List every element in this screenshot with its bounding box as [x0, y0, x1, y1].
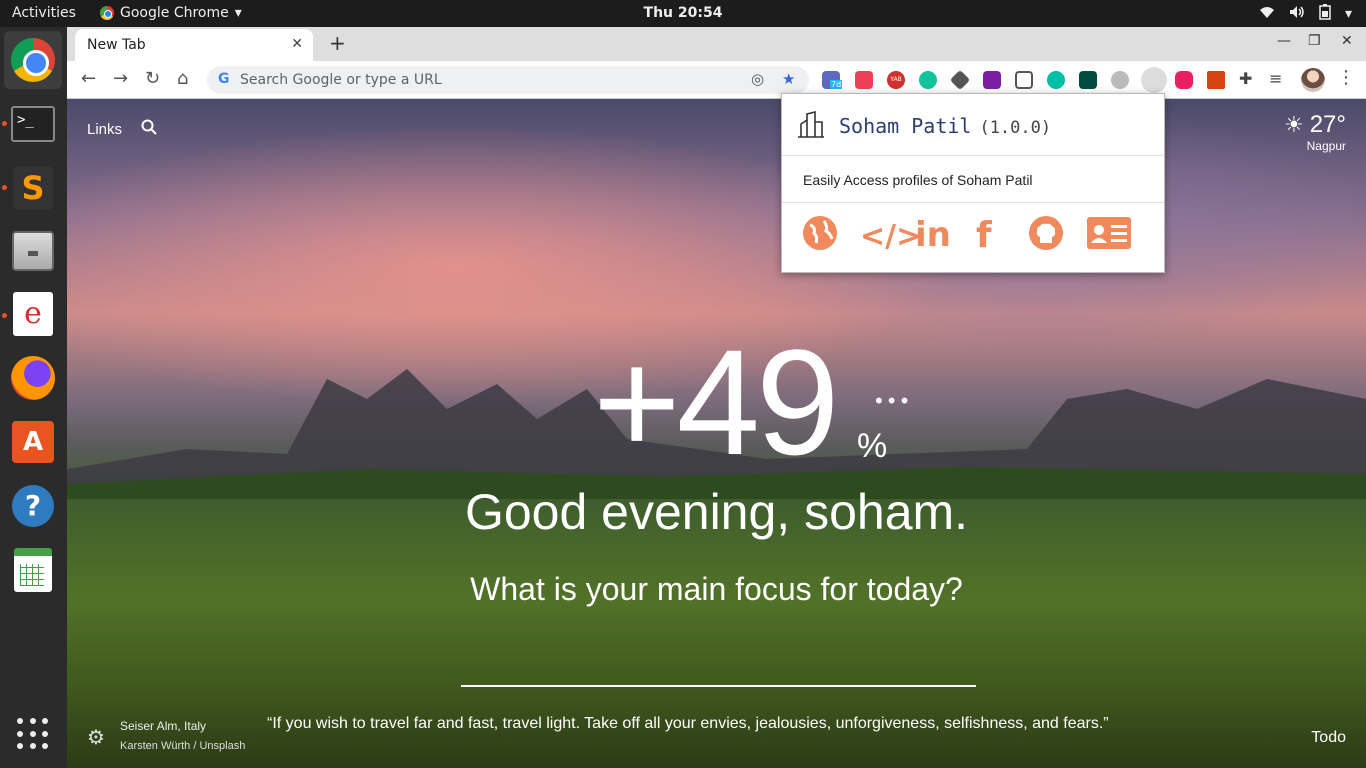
focus-input[interactable] [461, 685, 976, 687]
onenote-icon[interactable] [983, 71, 1001, 89]
metric-value: +49 [593, 318, 839, 486]
soham-patil-extension-icon[interactable] [1141, 67, 1167, 93]
dock-help[interactable]: ? [4, 477, 62, 535]
pocket-icon[interactable] [1015, 71, 1033, 89]
dock-terminal[interactable]: >_ [4, 95, 62, 153]
close-window-button[interactable]: ✕ [1341, 33, 1353, 49]
tab-new-tab[interactable]: New Tab ✕ [75, 29, 313, 61]
code-icon[interactable]: </> [860, 219, 921, 254]
clock[interactable]: Thu 20:54 [0, 5, 1366, 21]
dock-software[interactable]: A [4, 413, 62, 471]
popup-title: Soham Patil (1.0.0) [839, 114, 1051, 138]
dock-files[interactable] [4, 222, 62, 280]
volume-icon [1289, 5, 1305, 23]
reload-button[interactable]: ↻ [145, 68, 160, 89]
focus-question: What is your main focus for today? [470, 571, 963, 607]
back-button[interactable]: ← [81, 68, 96, 89]
extensions-puzzle-icon[interactable]: ✚ [1239, 69, 1252, 88]
notion-extension-icon[interactable] [1079, 71, 1097, 89]
facebook-icon[interactable]: f [976, 215, 992, 256]
photo-location[interactable]: Seiser Alm, Italy [120, 719, 206, 733]
avatar[interactable] [1301, 68, 1325, 92]
extension-pink-icon[interactable] [1175, 71, 1193, 89]
metric-percent-sign: % [857, 427, 888, 465]
greeting: Good evening, soham. [464, 484, 969, 540]
gnome-top-bar: Activities Google Chrome ▾ Thu 20:54 ▾ [0, 0, 1366, 27]
dock-sublime-text[interactable]: S [4, 159, 62, 217]
minimize-button[interactable]: — [1277, 33, 1291, 49]
new-tab-page: Links ☀ 27° Nagpur +49 ••• % Good evening… [67, 99, 1366, 768]
extension-7d-icon[interactable]: 7d [822, 71, 843, 89]
terminal-icon: >_ [11, 106, 55, 142]
popup-description: Easily Access profiles of Soham Patil [782, 156, 1164, 203]
firefox-icon [11, 356, 55, 400]
search-icon[interactable] [141, 119, 157, 139]
battery-icon [1319, 4, 1331, 24]
globe-icon[interactable] [802, 215, 838, 260]
chevron-down-icon: ▾ [1344, 6, 1352, 22]
todo-button[interactable]: Todo [1311, 729, 1346, 747]
new-tab-button[interactable]: + [329, 31, 346, 55]
dock: >_ S e A ? [0, 27, 67, 768]
github-icon[interactable] [1028, 215, 1064, 260]
extension-popup: Soham Patil (1.0.0) Easily Access profile… [781, 93, 1165, 273]
linkedin-icon[interactable]: in [915, 215, 951, 255]
google-icon: G [218, 71, 230, 87]
files-icon [12, 231, 54, 271]
spreadsheet-icon [14, 548, 52, 592]
dock-chrome[interactable] [4, 31, 62, 89]
sunset-icon: ☀ [1283, 112, 1304, 137]
omnibox[interactable]: G Search Google or type a URL ◎ ★ [207, 66, 809, 94]
home-button[interactable]: ⌂ [177, 68, 188, 89]
tab-strip: New Tab ✕ + — ❐ ✕ [67, 27, 1366, 61]
restore-button[interactable]: ❐ [1308, 33, 1321, 49]
location-icon[interactable]: ◎ [751, 70, 764, 88]
forward-button[interactable]: → [113, 68, 128, 89]
tab-title: New Tab [87, 37, 146, 53]
help-icon: ? [12, 485, 54, 527]
chrome-menu-icon[interactable]: ⋮ [1337, 67, 1355, 88]
pocket-save-icon[interactable] [855, 71, 873, 89]
hex-extension-icon[interactable] [1111, 71, 1129, 89]
extension-badge: 7d [830, 80, 843, 89]
dock-firefox[interactable] [4, 349, 62, 407]
megaphone-icon[interactable] [1207, 71, 1225, 89]
grammarly-icon[interactable] [919, 71, 937, 89]
m-extension-icon[interactable] [1047, 71, 1065, 89]
weather-temperature: 27° [1309, 111, 1346, 138]
layers-extension-icon[interactable] [949, 69, 971, 91]
omnibox-placeholder: Search Google or type a URL [240, 72, 442, 88]
yab-extension-icon[interactable]: YAB [887, 71, 905, 89]
dock-calc[interactable] [4, 541, 62, 599]
software-center-icon: A [12, 421, 54, 463]
profile-links: </> in f [782, 203, 1164, 273]
close-icon[interactable]: ✕ [291, 36, 303, 52]
chrome-icon [11, 38, 55, 82]
links-button[interactable]: Links [87, 121, 122, 138]
app-grid-icon [17, 718, 49, 750]
daily-quote: “If you wish to travel far and fast, tra… [267, 715, 1109, 732]
chrome-window: New Tab ✕ + — ❐ ✕ ← → ↻ ⌂ G Search Googl… [67, 27, 1366, 768]
wifi-icon [1259, 5, 1275, 23]
media-control-icon[interactable]: ≡ [1269, 69, 1282, 88]
office-icon: e [13, 292, 53, 336]
browser-toolbar: ← → ↻ ⌂ G Search Google or type a URL ◎ … [67, 61, 1366, 99]
sublime-text-icon: S [13, 166, 53, 210]
system-tray[interactable]: ▾ [1259, 4, 1352, 24]
building-logo-icon [796, 110, 826, 145]
bookmark-star-icon[interactable]: ★ [782, 70, 795, 88]
dock-office[interactable]: e [4, 285, 62, 343]
popup-header: Soham Patil (1.0.0) [782, 94, 1164, 156]
weather-city: Nagpur [1306, 139, 1346, 153]
settings-gear-icon[interactable]: ⚙ [87, 725, 105, 749]
id-card-icon[interactable] [1086, 215, 1132, 260]
show-applications-button[interactable] [4, 705, 62, 763]
popup-version: (1.0.0) [979, 118, 1052, 138]
weather-widget[interactable]: ☀ 27° Nagpur [1284, 111, 1346, 153]
photo-credit[interactable]: Karsten Würth / Unsplash [120, 740, 245, 752]
popup-title-text: Soham Patil [839, 114, 972, 138]
more-options-icon[interactable]: ••• [873, 389, 911, 413]
